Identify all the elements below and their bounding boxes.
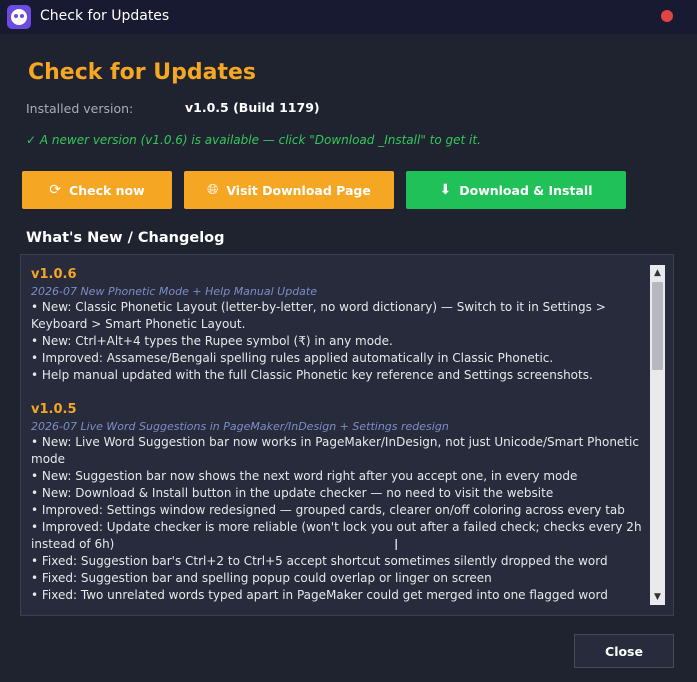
version-heading: v1.0.5 xyxy=(31,402,77,417)
text-cursor-icon: I xyxy=(394,536,399,554)
refresh-icon: ⟳ xyxy=(49,182,62,198)
changelog-content: v1.0.6 2026-07 New Phonetic Mode + Help … xyxy=(31,266,651,604)
changelog-entry: • Fixed: Suggestion bar and spelling pop… xyxy=(31,571,492,585)
changelog-scrollbar[interactable]: ▲ ▼ xyxy=(650,265,665,605)
changelog-entry: • Fixed: Suggestion bar's Ctrl+2 to Ctrl… xyxy=(31,554,608,568)
changelog-entry: • New: Classic Phonetic Layout (letter-b… xyxy=(31,300,606,331)
version-subtitle: 2026-07 Live Word Suggestions in PageMak… xyxy=(31,420,449,433)
version-heading: v1.0.6 xyxy=(31,267,77,282)
close-button[interactable]: Close xyxy=(574,634,674,668)
title-bar: Check for Updates xyxy=(0,0,697,34)
installed-version-value: v1.0.5 (Build 1179) xyxy=(185,100,320,115)
changelog-entry: • Fixed: Two unrelated words typed apart… xyxy=(31,588,608,602)
changelog-entry: • Improved: Update checker is more relia… xyxy=(31,520,642,551)
changelog-entry: • New: Suggestion bar now shows the next… xyxy=(31,469,578,483)
download-install-label: Download & Install xyxy=(459,182,593,198)
installed-version-label: Installed version: xyxy=(26,101,134,116)
check-now-button[interactable]: ⟳ Check now xyxy=(22,171,172,209)
changelog-entry: • New: Ctrl+Alt+4 types the Rupee symbol… xyxy=(31,334,393,348)
changelog-panel[interactable]: v1.0.6 2026-07 New Phonetic Mode + Help … xyxy=(20,254,674,616)
download-arrow-icon: ⬇ xyxy=(439,182,452,198)
changelog-entry: • Improved: Assamese/Bengali spelling ru… xyxy=(31,351,554,365)
scroll-up-arrow-icon[interactable]: ▲ xyxy=(650,265,665,281)
check-now-label: Check now xyxy=(69,182,145,198)
changelog-entry: • New: Live Word Suggestion bar now work… xyxy=(31,435,639,466)
download-install-button[interactable]: ⬇ Download & Install xyxy=(406,171,626,209)
globe-icon: 🌐︎ xyxy=(207,182,219,198)
visit-download-page-label: Visit Download Page xyxy=(226,182,371,198)
window-close-icon[interactable] xyxy=(661,10,673,22)
app-logo-icon xyxy=(7,5,31,29)
changelog-entry: • New: Download & Install button in the … xyxy=(31,486,554,500)
changelog-entry: • Improved: Settings window redesigned —… xyxy=(31,503,625,517)
update-status-message: ✓ A newer version (v1.0.6) is available … xyxy=(26,133,481,147)
visit-download-page-button[interactable]: 🌐︎ Visit Download Page xyxy=(184,171,394,209)
changelog-title: What's New / Changelog xyxy=(26,230,225,246)
page-title: Check for Updates xyxy=(28,60,256,85)
window-title: Check for Updates xyxy=(40,8,170,24)
scrollbar-thumb[interactable] xyxy=(652,282,663,370)
changelog-entry: • Help manual updated with the full Clas… xyxy=(31,368,593,382)
scroll-down-arrow-icon[interactable]: ▼ xyxy=(650,589,665,605)
version-subtitle: 2026-07 New Phonetic Mode + Help Manual … xyxy=(31,285,317,298)
